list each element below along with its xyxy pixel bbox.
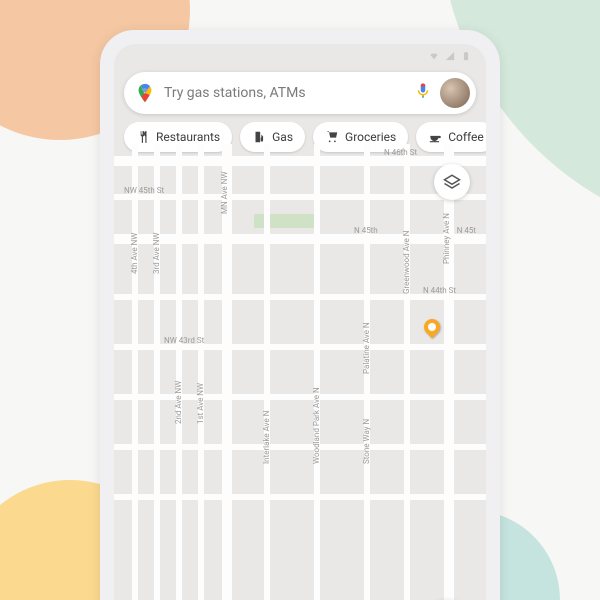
- utensils-icon: [136, 130, 150, 144]
- voice-search-button[interactable]: [414, 82, 432, 104]
- maps-pin-icon: [134, 82, 156, 104]
- coffee-icon: [428, 130, 442, 144]
- wifi-icon: [428, 51, 440, 61]
- street-label: 4th Ave NW: [130, 233, 139, 274]
- search-placeholder: Try gas stations, ATMs: [164, 85, 406, 101]
- gas-pump-icon: [252, 130, 266, 144]
- street-label: Stone Way N: [362, 419, 371, 464]
- phone-screen: Try gas stations, ATMs Restaurants Gas: [114, 44, 486, 600]
- chip-label: Groceries: [345, 130, 396, 144]
- status-bar: [114, 44, 486, 68]
- battery-icon: [460, 51, 472, 61]
- street-label: NW 43rd St: [164, 336, 204, 345]
- street-label: Woodland Park Ave N: [312, 387, 321, 464]
- road: [114, 156, 486, 166]
- poi-pin[interactable]: [421, 316, 444, 339]
- chip-label: Coffee: [448, 130, 484, 144]
- chip-label: Restaurants: [156, 130, 220, 144]
- road: [264, 144, 270, 600]
- street-label: Phinney Ave N: [442, 213, 451, 264]
- street-label: NW 45th St: [124, 186, 164, 195]
- street-label: 1st Ave NW: [196, 383, 205, 424]
- road: [114, 234, 486, 244]
- road: [154, 144, 160, 600]
- cart-icon: [325, 130, 339, 144]
- road: [404, 144, 410, 600]
- road: [132, 144, 138, 600]
- street-label: Greenwood Ave N: [402, 231, 411, 294]
- account-avatar[interactable]: [440, 78, 470, 108]
- street-label: Interlake Ave N: [262, 411, 271, 464]
- search-bar[interactable]: Try gas stations, ATMs: [124, 72, 476, 114]
- signal-icon: [444, 51, 456, 61]
- road: [114, 394, 486, 400]
- road: [114, 444, 486, 450]
- park-area: [254, 214, 314, 228]
- road: [198, 144, 204, 600]
- street-label: N 44th St: [423, 286, 456, 295]
- street-label: 2nd Ave NW: [174, 381, 183, 424]
- street-label: 3rd Ave NW: [152, 232, 161, 274]
- layers-button[interactable]: [434, 164, 470, 200]
- road: [114, 194, 486, 200]
- road: [314, 144, 320, 600]
- street-label: N 45th: [354, 226, 378, 235]
- street-label: MN Ave NW: [220, 171, 229, 214]
- chip-label: Gas: [272, 130, 293, 144]
- road: [114, 494, 486, 500]
- street-label: N 45t: [457, 226, 476, 235]
- street-label: N 46th St: [384, 148, 417, 157]
- street-label: Palatine Ave N: [362, 322, 371, 374]
- phone-frame: Try gas stations, ATMs Restaurants Gas: [100, 30, 500, 600]
- layers-icon: [443, 173, 461, 191]
- mic-icon: [414, 82, 432, 100]
- map-canvas[interactable]: N 46th St NW 45th St N 45th N 45t N 44th…: [114, 144, 486, 600]
- road: [176, 144, 182, 600]
